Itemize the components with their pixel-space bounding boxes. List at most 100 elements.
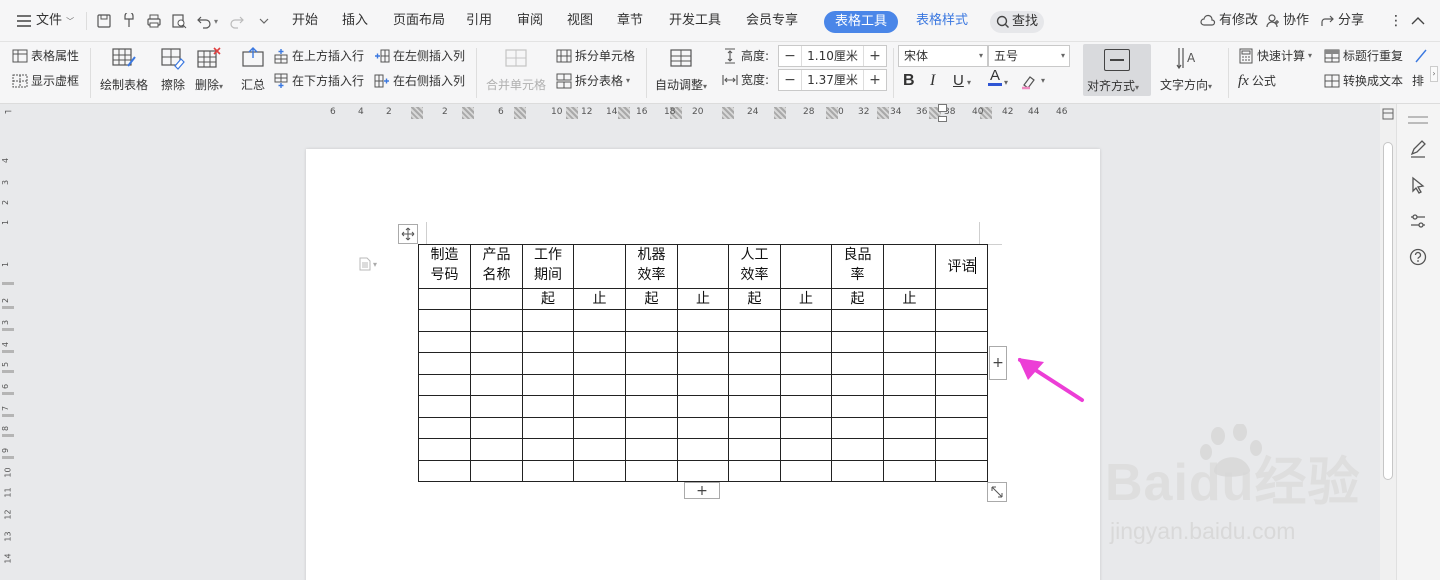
font-color-dropdown-icon[interactable]: ▾ [1004, 73, 1008, 93]
add-column-button[interactable]: + [989, 346, 1007, 380]
table-cell[interactable]: 起 [728, 288, 781, 310]
collab-button[interactable]: 协作 [1266, 11, 1309, 31]
table-cell[interactable] [522, 309, 574, 332]
draw-table-button[interactable]: 绘制表格 [100, 44, 148, 93]
table-cell[interactable] [935, 288, 988, 310]
ribbon-scroll-right-button[interactable]: › [1430, 66, 1438, 82]
table-cell[interactable] [780, 395, 832, 418]
table-cell[interactable] [573, 309, 626, 332]
convert-to-text-button[interactable]: 转换成文本 [1324, 71, 1403, 91]
undo-icon[interactable] [194, 11, 214, 31]
file-menu[interactable]: 文件 ﹀ [36, 11, 74, 31]
repeat-header-button[interactable]: 标题行重复 [1324, 46, 1403, 66]
font-size-select[interactable]: 五号 ▾ [988, 45, 1070, 67]
table-cell[interactable] [470, 330, 523, 353]
height-increase-button[interactable]: + [864, 46, 886, 66]
table-cell[interactable] [573, 438, 626, 461]
table-cell[interactable] [677, 438, 729, 461]
collapse-ribbon-icon[interactable] [1408, 11, 1428, 31]
vertical-ruler[interactable]: 4 3 2 1 1 2 3 4 5 6 7 8 9 10 11 12 13 14 [0, 122, 18, 580]
table-cell[interactable] [573, 459, 626, 482]
table-cell[interactable] [418, 438, 471, 461]
font-name-select[interactable]: 宋体 ▾ [898, 45, 988, 67]
table-cell[interactable] [935, 395, 988, 418]
table-cell[interactable] [418, 459, 471, 482]
underline-dropdown-icon[interactable]: ▾ [967, 73, 971, 93]
table-cell[interactable] [780, 373, 832, 396]
table-cell[interactable] [728, 373, 781, 396]
table-cell[interactable] [625, 309, 678, 332]
save-icon[interactable] [94, 11, 114, 31]
table-cell[interactable] [831, 373, 884, 396]
table-cell[interactable] [522, 352, 574, 375]
table-cell[interactable] [470, 352, 523, 375]
table-resize-handle[interactable] [987, 482, 1007, 502]
table-cell[interactable] [522, 438, 574, 461]
table-cell[interactable] [625, 330, 678, 353]
table-cell[interactable] [573, 373, 626, 396]
tab-home[interactable]: 开始 [292, 11, 318, 31]
table-cell[interactable] [883, 244, 936, 289]
table-cell[interactable] [883, 438, 936, 461]
split-cells-button[interactable]: 拆分单元格 [556, 46, 635, 66]
table-cell[interactable] [935, 438, 988, 461]
row-height-input[interactable]: 1.10厘米 [801, 46, 864, 66]
table-cell[interactable] [418, 330, 471, 353]
table-cell[interactable] [470, 416, 523, 439]
print-preview-icon[interactable] [169, 11, 189, 31]
width-decrease-button[interactable]: − [779, 70, 801, 90]
table-cell[interactable]: 机器 效率 [625, 244, 678, 289]
table-cell[interactable]: 评语 [935, 244, 988, 289]
tab-chapter[interactable]: 章节 [617, 11, 643, 31]
table-cell[interactable] [418, 416, 471, 439]
tab-view[interactable]: 视图 [567, 11, 593, 31]
format-painter-icon[interactable] [119, 11, 139, 31]
table-cell[interactable] [883, 459, 936, 482]
tab-member[interactable]: 会员专享 [746, 11, 798, 31]
table-cell[interactable] [677, 330, 729, 353]
select-cursor-icon[interactable] [1408, 175, 1428, 195]
table-cell[interactable] [677, 352, 729, 375]
table-cell[interactable] [780, 438, 832, 461]
arrange-button-partial[interactable]: 排 [1412, 71, 1424, 91]
table-cell[interactable] [573, 330, 626, 353]
col-width-input[interactable]: 1.37厘米 [801, 70, 864, 90]
table-cell[interactable] [470, 438, 523, 461]
table-cell[interactable]: 止 [883, 288, 936, 310]
table-cell[interactable] [935, 416, 988, 439]
table-cell[interactable] [625, 373, 678, 396]
bold-button[interactable]: B [903, 71, 915, 91]
width-increase-button[interactable]: + [864, 70, 886, 90]
insert-col-right-button[interactable]: 在右侧插入列 [374, 71, 465, 91]
table-cell[interactable] [728, 309, 781, 332]
table-cell[interactable] [883, 416, 936, 439]
table-cell[interactable] [883, 352, 936, 375]
table-cell[interactable] [831, 309, 884, 332]
table-cell[interactable] [418, 288, 471, 310]
table-cell[interactable] [470, 309, 523, 332]
delete-button[interactable]: 删除▾ [194, 44, 224, 93]
ruler-indent-marker[interactable] [938, 104, 947, 112]
table-cell[interactable] [625, 416, 678, 439]
settings-sliders-icon[interactable] [1408, 211, 1428, 231]
table-move-handle[interactable] [398, 224, 418, 244]
table-cell[interactable] [728, 416, 781, 439]
text-direction-button[interactable]: A 文字方向▾ [1160, 44, 1212, 93]
table-cell[interactable] [677, 373, 729, 396]
table-cell[interactable] [935, 352, 988, 375]
tab-insert[interactable]: 插入 [342, 11, 368, 31]
table-cell[interactable] [677, 395, 729, 418]
table-cell[interactable]: 止 [780, 288, 832, 310]
table-cell[interactable]: 起 [831, 288, 884, 310]
tab-developer[interactable]: 开发工具 [669, 11, 721, 31]
font-color-button[interactable]: A [988, 68, 1002, 91]
row-height-stepper[interactable]: − 1.10厘米 + [778, 45, 887, 67]
align-button[interactable]: 对齐方式▾ [1083, 44, 1151, 96]
col-width-stepper[interactable]: − 1.37厘米 + [778, 69, 887, 91]
tab-table-style[interactable]: 表格样式 [916, 11, 968, 31]
search-button[interactable]: 查找 [990, 11, 1044, 33]
table-cell[interactable] [883, 309, 936, 332]
table-cell[interactable] [522, 330, 574, 353]
table-cell[interactable] [831, 459, 884, 482]
table-cell[interactable] [780, 244, 832, 289]
